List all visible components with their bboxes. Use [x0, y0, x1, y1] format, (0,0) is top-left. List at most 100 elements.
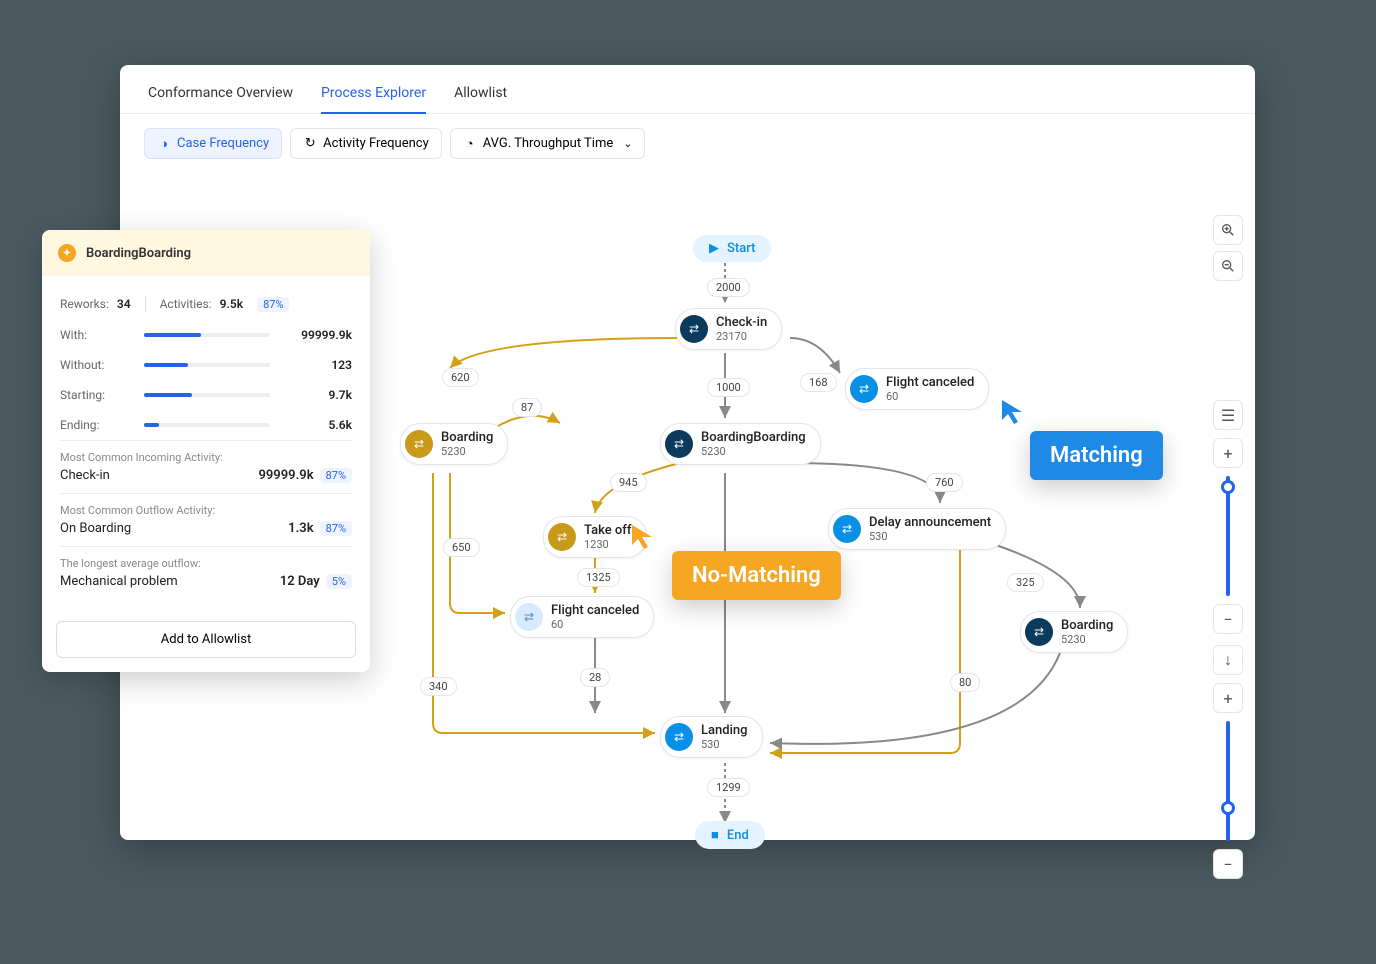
cursor-icon: [1000, 398, 1030, 428]
loop-icon: ⇄: [665, 723, 693, 751]
node-name: Flight canceled: [886, 375, 974, 390]
loop-icon: ⇄: [680, 315, 708, 343]
node-name: Take off: [584, 523, 632, 538]
zoom-controls: [1213, 215, 1243, 281]
slider1-track[interactable]: [1226, 476, 1230, 596]
node-checkin[interactable]: ⇄ Check-in 23170: [675, 308, 782, 350]
node-value: 530: [701, 738, 748, 751]
reworks-label: Reworks:: [60, 297, 109, 311]
start-node[interactable]: ▶Start: [693, 235, 771, 262]
edge-label: 28: [580, 668, 610, 687]
edge-label: 1299: [707, 778, 750, 797]
toolbar: ◑ Case Frequency ↻Activity Frequency ◔ AVG…: [120, 114, 1255, 173]
case-frequency-label: Case Frequency: [177, 136, 269, 151]
outflow-section: Most Common Outflow Activity: On Boardin…: [60, 493, 352, 546]
filter-icon-button[interactable]: ☰: [1213, 400, 1243, 430]
edge-label: 340: [420, 677, 457, 696]
slider2-thumb[interactable]: [1221, 801, 1235, 815]
node-name: Boarding: [1061, 618, 1113, 633]
tab-allowlist[interactable]: Allowlist: [454, 85, 507, 113]
details-panel: ✦ BoardingBoarding Reworks: 34 Activities…: [42, 230, 370, 672]
loop-icon: ⇄: [1025, 618, 1053, 646]
end-node[interactable]: ■End: [695, 821, 765, 849]
slider1-thumb[interactable]: [1221, 480, 1235, 494]
node-value: 530: [869, 530, 991, 543]
loop-icon: ⇄: [405, 430, 433, 458]
loop-icon: ⇄: [515, 603, 543, 631]
node-name: Delay announcement: [869, 515, 991, 530]
node-flight-canceled-1[interactable]: ⇄ Flight canceled 60: [845, 368, 989, 410]
edge-label: 2000: [707, 278, 750, 297]
loop-icon: ⇄: [850, 375, 878, 403]
chart-icon: ◑: [157, 137, 171, 151]
loop-icon: ⇄: [548, 523, 576, 551]
throughput-label: AVG. Throughput Time: [483, 136, 614, 151]
start-label: Start: [727, 241, 755, 256]
slider1-plus[interactable]: +: [1213, 438, 1243, 468]
node-name: Check-in: [716, 315, 767, 330]
edge-label: 87: [512, 398, 542, 417]
case-frequency-button[interactable]: ◑ Case Frequency: [144, 128, 282, 159]
node-name: BoardingBoarding: [701, 430, 806, 445]
loop-icon: ⇄: [665, 430, 693, 458]
node-value: 5230: [1061, 633, 1113, 646]
node-landing[interactable]: ⇄ Landing 530: [660, 716, 763, 758]
node-value: 1230: [584, 538, 632, 551]
node-name: Boarding: [441, 430, 493, 445]
activities-pct: 87%: [257, 297, 289, 312]
starting-row: Starting:9.7k: [60, 380, 352, 410]
tab-process-explorer[interactable]: Process Explorer: [321, 85, 426, 113]
slider2-down[interactable]: ↓: [1213, 645, 1243, 675]
add-to-allowlist-button[interactable]: Add to Allowlist: [56, 621, 356, 658]
node-flight-canceled-2[interactable]: ⇄ Flight canceled 60: [510, 596, 654, 638]
node-value: 23170: [716, 330, 767, 343]
incoming-section: Most Common Incoming Activity: Check-in9…: [60, 440, 352, 493]
panel-body: Reworks: 34 Activities: 9.5k 87% With:99999…: [42, 276, 370, 611]
edge-label: 1000: [707, 378, 750, 397]
edge-label: 620: [442, 368, 479, 387]
panel-icon: ✦: [58, 244, 76, 262]
node-name: Flight canceled: [551, 603, 639, 618]
zoom-out-button[interactable]: [1213, 251, 1243, 281]
node-value: 60: [551, 618, 639, 631]
slider2-track[interactable]: [1226, 721, 1230, 841]
chevron-down-icon: ⌄: [623, 137, 632, 150]
end-label: End: [727, 828, 749, 843]
node-value: 5230: [441, 445, 493, 458]
panel-header: ✦ BoardingBoarding: [42, 230, 370, 276]
tab-bar: Conformance Overview Process Explorer Al…: [120, 65, 1255, 114]
node-name: Landing: [701, 723, 748, 738]
node-value: 5230: [701, 445, 806, 458]
reworks-value: 34: [117, 297, 131, 311]
tab-conformance[interactable]: Conformance Overview: [148, 85, 293, 113]
refresh-icon: ↻: [303, 137, 317, 151]
slider2-plus[interactable]: +: [1213, 683, 1243, 713]
clock-icon: ◔: [463, 137, 477, 151]
with-row: With:99999.9k: [60, 320, 352, 350]
edge-label: 168: [800, 373, 837, 392]
edge-label: 650: [443, 538, 480, 557]
node-boarding-3[interactable]: ⇄ Boarding 5230: [1020, 611, 1128, 653]
node-delay[interactable]: ⇄ Delay announcement 530: [828, 508, 1006, 550]
matching-callout: Matching: [1030, 431, 1163, 480]
edge-label: 80: [950, 673, 980, 692]
throughput-time-button[interactable]: ◔ AVG. Throughput Time ⌄: [450, 128, 646, 159]
slider2-minus[interactable]: −: [1213, 849, 1243, 879]
loop-icon: ⇄: [833, 515, 861, 543]
activities-value: 9.5k: [220, 297, 243, 311]
edge-label: 760: [926, 473, 963, 492]
filter-slider-1: ☰ + −: [1213, 400, 1243, 634]
activities-label: Activities:: [160, 297, 212, 311]
zoom-in-button[interactable]: [1213, 215, 1243, 245]
panel-title: BoardingBoarding: [86, 246, 191, 261]
node-boarding-1[interactable]: ⇄ Boarding 5230: [400, 423, 508, 465]
activity-frequency-button[interactable]: ↻Activity Frequency: [290, 128, 442, 159]
panel-top-row: Reworks: 34 Activities: 9.5k 87%: [60, 288, 352, 320]
slider1-minus[interactable]: −: [1213, 604, 1243, 634]
no-matching-callout: No-Matching: [672, 551, 841, 600]
edge-label: 325: [1007, 573, 1044, 592]
longest-section: The longest average outflow: Mechanical …: [60, 546, 352, 599]
edge-label: 945: [610, 473, 647, 492]
node-boarding-2[interactable]: ⇄ BoardingBoarding 5230: [660, 423, 821, 465]
cursor-icon: [630, 523, 660, 553]
